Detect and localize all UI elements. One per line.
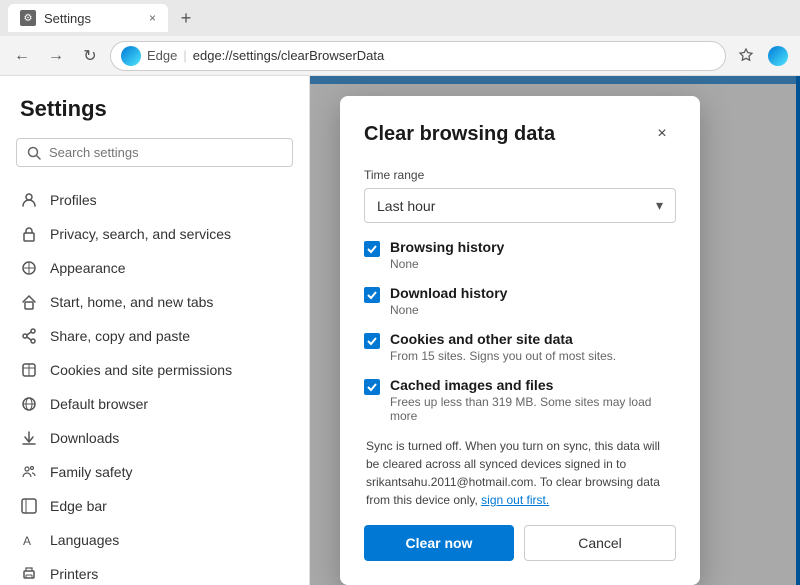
sidebar-item-label: Share, copy and paste <box>50 328 190 344</box>
time-range-value: Last hour <box>377 198 435 214</box>
sidebar-item-label: Start, home, and new tabs <box>50 294 213 310</box>
sidebar-item-label: Languages <box>50 532 119 548</box>
cancel-button[interactable]: Cancel <box>524 525 676 561</box>
sidebar-item-default-browser[interactable]: Default browser <box>0 387 309 421</box>
chevron-down-icon: ▾ <box>656 197 663 214</box>
edge-logo-icon <box>121 46 141 66</box>
nav-bar: ← → ↻ Edge | edge://settings/clearBrowse… <box>0 36 800 76</box>
search-icon <box>27 146 41 160</box>
dialog-title: Clear browsing data <box>364 123 555 146</box>
download-history-item[interactable]: Download history None <box>364 285 676 317</box>
sync-info-text: Sync is turned off. When you turn on syn… <box>364 437 676 509</box>
sidebar-item-start-home[interactable]: Start, home, and new tabs <box>0 285 309 319</box>
sidebar-item-label: Cookies and site permissions <box>50 362 232 378</box>
sidebar-item-profiles[interactable]: Profiles <box>0 183 309 217</box>
sidebar-item-label: Profiles <box>50 192 97 208</box>
sign-out-link[interactable]: sign out first. <box>481 493 549 507</box>
downloads-icon <box>20 429 38 447</box>
sidebar-item-languages[interactable]: A Languages <box>0 523 309 557</box>
cookies-checkbox[interactable] <box>364 333 380 349</box>
dialog-header: Clear browsing data × <box>364 120 676 148</box>
sidebar: Settings Profiles Privacy, search, and s… <box>0 76 310 585</box>
favorites-button[interactable] <box>732 42 760 70</box>
browsing-history-sublabel: None <box>390 257 504 271</box>
browsing-history-checkbox[interactable] <box>364 241 380 257</box>
tab-bar: ⚙ Settings × + <box>0 0 800 36</box>
forward-button[interactable]: → <box>42 42 70 70</box>
cookies-icon <box>20 361 38 379</box>
sidebar-item-edge-bar[interactable]: Edge bar <box>0 489 309 523</box>
clear-now-button[interactable]: Clear now <box>364 525 514 561</box>
dialog-close-button[interactable]: × <box>648 120 676 148</box>
time-range-label: Time range <box>364 168 676 182</box>
sidebar-item-privacy[interactable]: Privacy, search, and services <box>0 217 309 251</box>
cached-images-label: Cached images and files <box>390 377 676 393</box>
settings-tab[interactable]: ⚙ Settings × <box>8 4 168 32</box>
cached-images-text: Cached images and files Frees up less th… <box>390 377 676 423</box>
main-layout: Settings Profiles Privacy, search, and s… <box>0 76 800 585</box>
browsing-history-text: Browsing history None <box>390 239 504 271</box>
sidebar-item-label: Edge bar <box>50 498 107 514</box>
sidebar-item-share[interactable]: Share, copy and paste <box>0 319 309 353</box>
search-input[interactable] <box>49 145 282 160</box>
sidebar-item-label: Appearance <box>50 260 126 276</box>
sidebar-item-label: Privacy, search, and services <box>50 226 231 242</box>
sidebar-item-appearance[interactable]: Appearance <box>0 251 309 285</box>
privacy-icon <box>20 225 38 243</box>
edge-profile-button[interactable] <box>764 42 792 70</box>
sidebar-item-label: Printers <box>50 566 98 582</box>
settings-tab-label: Settings <box>44 11 91 26</box>
printers-icon <box>20 565 38 583</box>
browsing-history-label: Browsing history <box>390 239 504 255</box>
search-box[interactable] <box>16 138 293 167</box>
sidebar-item-cookies[interactable]: Cookies and site permissions <box>0 353 309 387</box>
star-icon <box>738 48 754 64</box>
download-history-checkbox[interactable] <box>364 287 380 303</box>
share-icon <box>20 327 38 345</box>
edge-profile-icon <box>768 46 788 66</box>
cookies-item[interactable]: Cookies and other site data From 15 site… <box>364 331 676 363</box>
cached-images-sublabel: Frees up less than 319 MB. Some sites ma… <box>390 395 676 423</box>
svg-text:A: A <box>23 534 31 548</box>
clear-browsing-data-dialog: Clear browsing data × Time range Last ho… <box>340 96 700 585</box>
browsing-history-item[interactable]: Browsing history None <box>364 239 676 271</box>
new-tab-button[interactable]: + <box>172 4 200 32</box>
browser-icon <box>20 395 38 413</box>
address-bar[interactable]: Edge | edge://settings/clearBrowserData <box>110 41 726 71</box>
settings-tab-icon: ⚙ <box>20 10 36 26</box>
profiles-icon <box>20 191 38 209</box>
family-icon <box>20 463 38 481</box>
cached-images-item[interactable]: Cached images and files Frees up less th… <box>364 377 676 423</box>
sidebar-item-downloads[interactable]: Downloads <box>0 421 309 455</box>
edge-label: Edge <box>147 48 177 63</box>
sidebar-item-family-safety[interactable]: Family safety <box>0 455 309 489</box>
edge-bar-icon <box>20 497 38 515</box>
sidebar-item-label: Family safety <box>50 464 132 480</box>
download-history-text: Download history None <box>390 285 507 317</box>
tab-close-button[interactable]: × <box>149 11 156 25</box>
sidebar-item-printers[interactable]: Printers <box>0 557 309 585</box>
nav-right-buttons <box>732 42 792 70</box>
home-icon <box>20 293 38 311</box>
dialog-buttons: Clear now Cancel <box>364 525 676 561</box>
cookies-text: Cookies and other site data From 15 site… <box>390 331 616 363</box>
time-range-select[interactable]: Last hour ▾ <box>364 188 676 223</box>
refresh-button[interactable]: ↻ <box>76 42 104 70</box>
download-history-label: Download history <box>390 285 507 301</box>
address-text: edge://settings/clearBrowserData <box>193 48 384 63</box>
sidebar-item-label: Default browser <box>50 396 148 412</box>
sidebar-item-label: Downloads <box>50 430 119 446</box>
cached-images-checkbox[interactable] <box>364 379 380 395</box>
back-button[interactable]: ← <box>8 42 36 70</box>
languages-icon: A <box>20 531 38 549</box>
appearance-icon <box>20 259 38 277</box>
sidebar-title: Settings <box>0 96 309 138</box>
download-history-sublabel: None <box>390 303 507 317</box>
content-area: Clear browsing data × Time range Last ho… <box>310 76 800 585</box>
cookies-label: Cookies and other site data <box>390 331 616 347</box>
cookies-sublabel: From 15 sites. Signs you out of most sit… <box>390 349 616 363</box>
